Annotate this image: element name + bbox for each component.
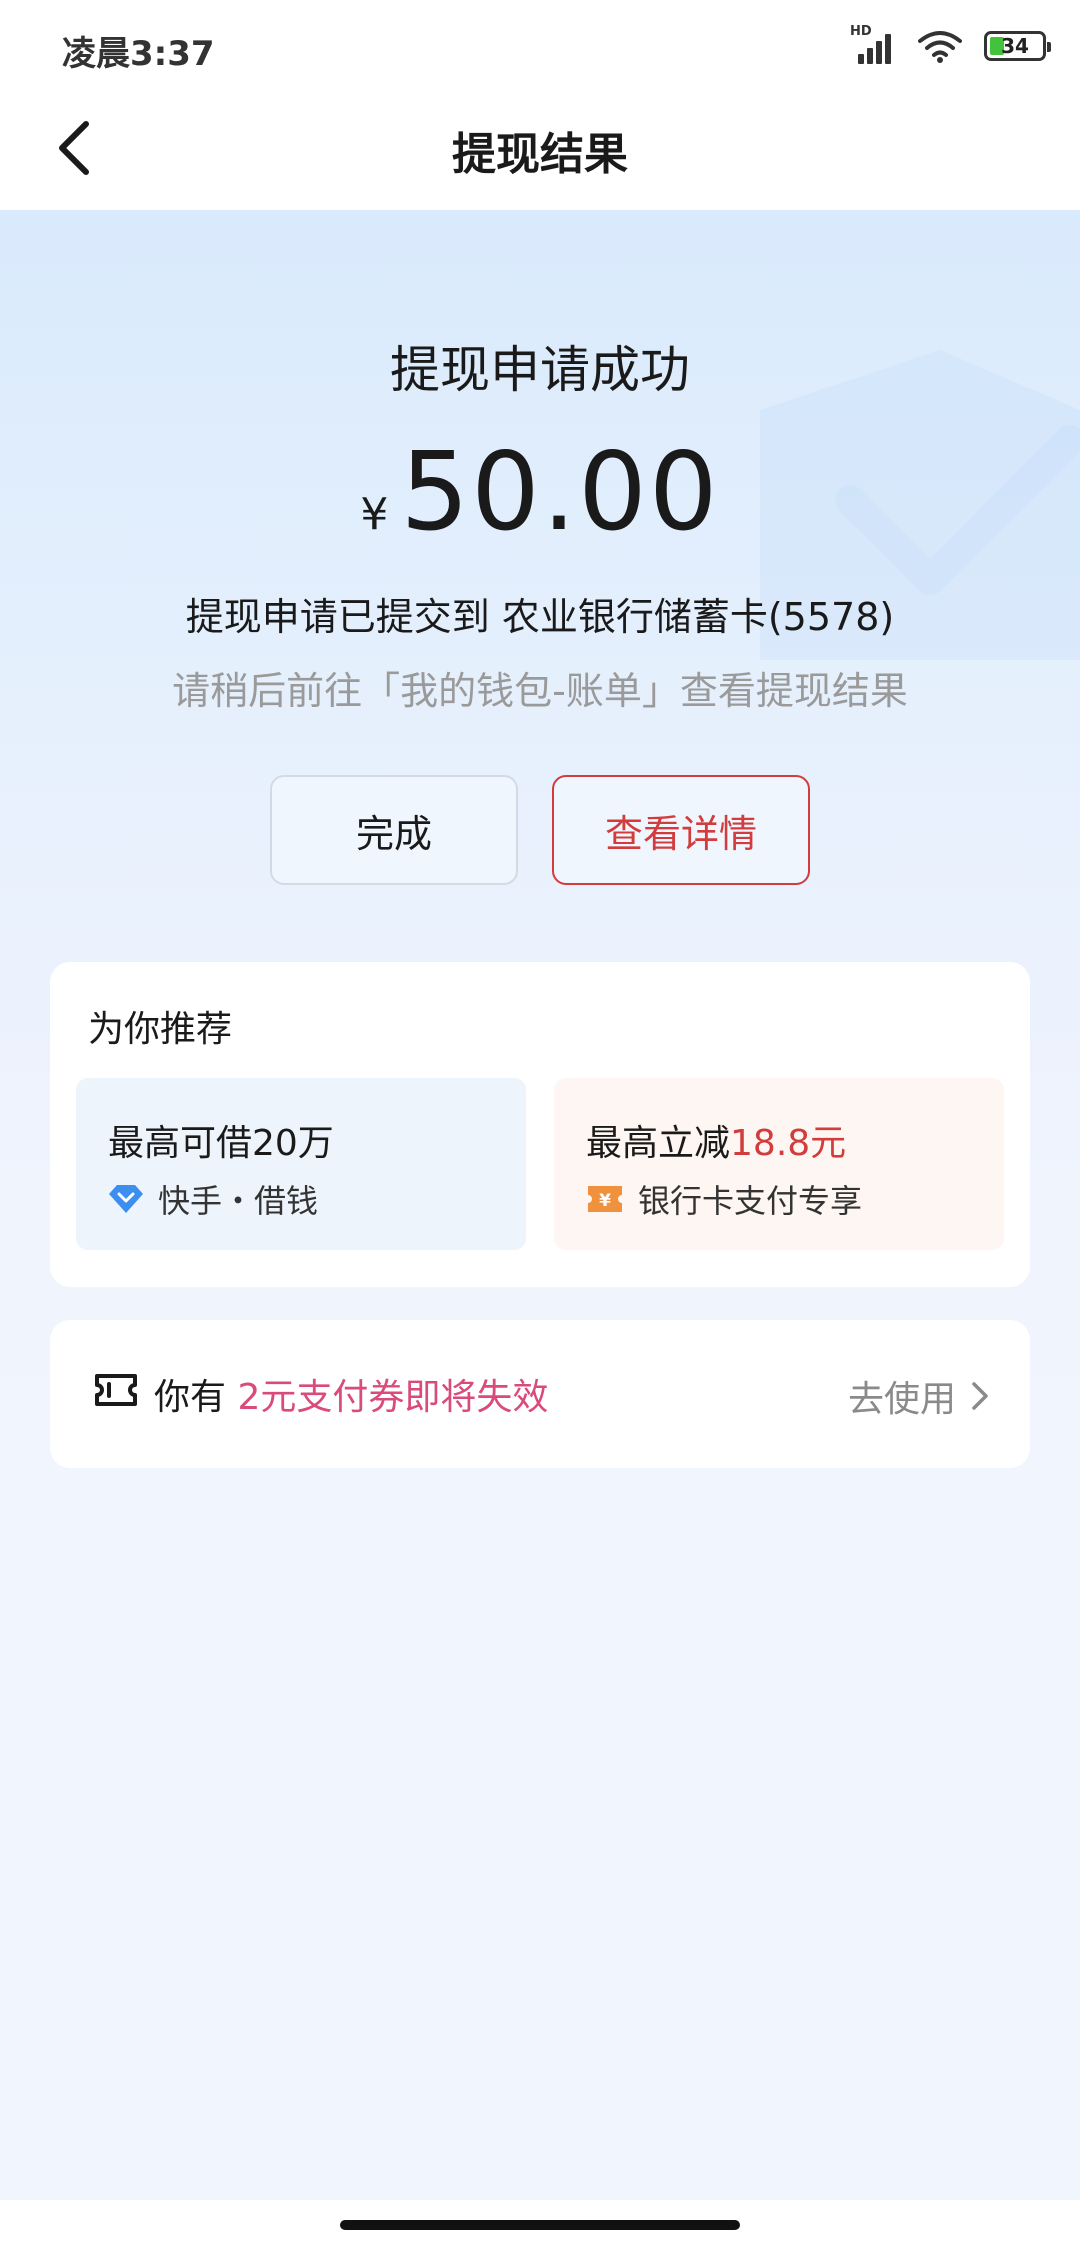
coupon-ticket-icon [95, 1374, 137, 1406]
view-details-button[interactable]: 查看详情 [552, 775, 810, 885]
chevron-right-icon [972, 1382, 988, 1410]
result-title: 提现申请成功 [390, 341, 690, 399]
battery-icon: 34 [984, 31, 1051, 61]
use-coupon-link[interactable]: 去使用 [848, 1370, 990, 1422]
network-label: HD [850, 24, 872, 39]
coupon-text: 你有 2元支付券即将失效 [154, 1377, 549, 1418]
top-bar: 凌晨3:37 HD 34 提现结果 [0, 0, 1080, 210]
battery-level: 34 [1001, 34, 1029, 58]
recommend-item-sub: ¥ 银行卡支付专享 [586, 1176, 862, 1222]
currency-symbol: ¥ [360, 489, 389, 540]
svg-text:¥: ¥ [599, 1191, 611, 1211]
recommend-item-loan[interactable]: 最高可借20万 快手・借钱 [76, 1078, 526, 1250]
recommend-card: 为你推荐 最高可借20万 快手・借钱 最高立减18.8元 ¥ 银行卡支付专享 [50, 962, 1030, 1287]
coupon-banner[interactable]: 你有 2元支付券即将失效 去使用 [50, 1320, 1030, 1468]
amount-value: 50.00 [400, 430, 720, 555]
home-indicator[interactable] [340, 2220, 740, 2230]
done-button[interactable]: 完成 [270, 775, 518, 885]
recommend-item-discount[interactable]: 最高立减18.8元 ¥ 银行卡支付专享 [554, 1078, 1004, 1250]
recommend-title: 为你推荐 [88, 1009, 233, 1050]
status-time: 凌晨3:37 [62, 34, 215, 74]
gesture-area [0, 2200, 1080, 2248]
submitted-text: 提现申请已提交到 农业银行储蓄卡(5578) [185, 595, 895, 639]
hint-text: 请稍后前往「我的钱包-账单」查看提现结果 [172, 669, 908, 713]
withdraw-amount: ¥ 50.00 [0, 430, 1080, 555]
signal-icon: HD [850, 24, 896, 64]
diamond-icon [109, 1185, 143, 1213]
wifi-icon [918, 29, 962, 63]
recommend-item-sub: 快手・借钱 [108, 1176, 318, 1222]
recommend-item-main: 最高可借20万 [108, 1123, 334, 1164]
yuan-ticket-icon: ¥ [588, 1186, 622, 1212]
recommend-item-main: 最高立减18.8元 [586, 1123, 847, 1164]
page-title: 提现结果 [452, 129, 628, 180]
status-icons: HD 34 [850, 24, 1051, 66]
